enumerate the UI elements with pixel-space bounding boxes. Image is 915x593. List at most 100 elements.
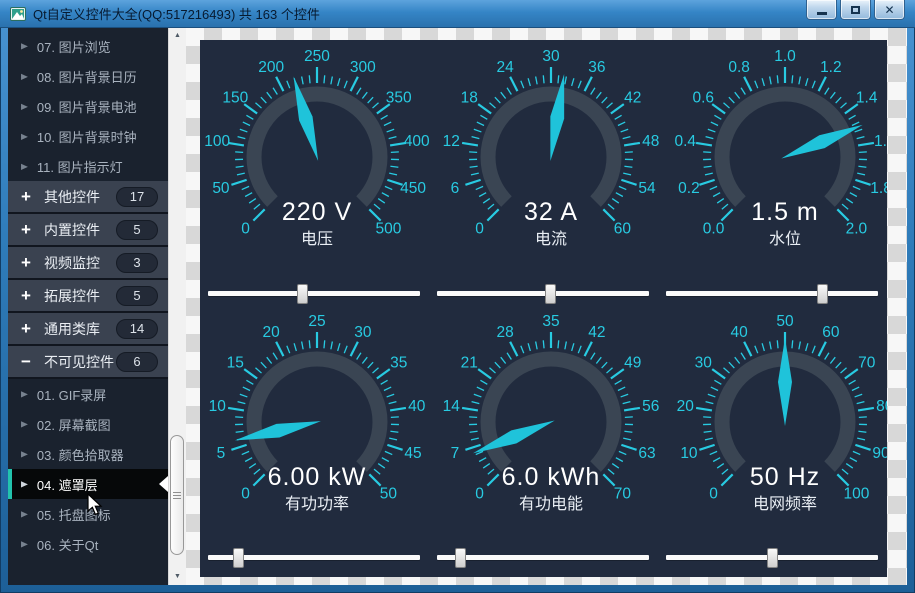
minor-tick [489,368,495,373]
minor-tick [591,88,595,95]
slider-track[interactable] [666,291,878,296]
minor-tick [722,204,728,209]
app-icon [10,6,26,22]
slider-handle[interactable] [233,548,244,568]
gauge-slider-1[interactable] [429,283,658,305]
major-tick [510,77,517,91]
minor-tick [849,116,856,120]
collapse-icon: − [21,352,38,372]
tick-label: 100 [843,485,869,502]
minor-tick [799,77,800,85]
gauge-value: 6.00 kW [268,463,367,491]
minor-tick [841,368,847,373]
expand-icon: + [21,253,38,273]
minor-tick [812,81,815,88]
minor-tick [243,122,250,125]
minor-tick [389,173,397,175]
tick-label: 0 [241,485,250,502]
minor-tick [236,167,244,168]
sidebar-item-5[interactable]: +其他控件17 [8,181,168,214]
minor-tick [850,457,857,461]
gauge-needle [778,338,792,426]
tick-label: 1.4 [856,90,878,107]
minor-tick [729,97,734,103]
slider-handle[interactable] [297,284,308,304]
slider-track[interactable] [437,291,649,296]
major-tick [621,445,636,450]
scrollbar-thumb[interactable] [170,435,184,555]
minor-tick [741,88,745,95]
minor-tick [528,343,530,351]
slider-handle[interactable] [455,548,466,568]
close-button[interactable]: ✕ [874,0,905,20]
minor-tick [246,116,253,120]
gauge-slider-5[interactable] [658,547,887,569]
major-tick [603,210,614,221]
tick-label: 500 [375,221,401,238]
major-tick [369,210,380,221]
major-tick [478,104,491,113]
minor-tick [708,129,716,132]
sidebar-item-0[interactable]: ▶07. 图片浏览 [8,31,168,61]
gauge-slider-3[interactable] [200,547,429,569]
minor-tick [469,152,477,153]
sidebar-item-10[interactable]: −不可见控件6 [8,346,168,379]
gauge-slider-2[interactable] [658,283,887,305]
mouse-cursor [87,493,106,517]
sidebar-scrollbar[interactable]: ▲ ▼ [168,28,186,585]
tick-label: 250 [304,48,330,65]
maximize-button[interactable] [840,0,871,20]
sidebar-item-label: 10. 图片背景时钟 [37,127,137,146]
sidebar-item-12[interactable]: ▶02. 屏幕截图 [8,409,168,439]
gauge-slider-0[interactable] [200,283,429,305]
minor-tick [521,81,524,88]
expand-icon: + [21,319,38,339]
minor-tick [722,469,728,474]
sidebar-item-7[interactable]: +视频监控3 [8,247,168,280]
sidebar-item-11[interactable]: ▶01. GIF录屏 [8,379,168,409]
slider-track[interactable] [437,555,649,560]
slider-handle[interactable] [545,284,556,304]
major-tick [465,445,480,450]
sidebar-item-13[interactable]: ▶03. 颜色拾取器 [8,439,168,469]
minor-tick [621,394,629,397]
minor-tick [470,167,478,168]
major-tick [624,143,640,146]
sidebar-item-3[interactable]: ▶10. 图片背景时钟 [8,121,168,151]
minor-tick [391,152,399,153]
tick-label: 0 [709,485,718,502]
sidebar-item-8[interactable]: +拓展控件5 [8,280,168,313]
major-tick [603,474,614,485]
tick-label: 50 [380,485,398,502]
titlebar[interactable]: Qt自定义控件大全(QQ:517216493) 共 163 个控件 ✕ [0,0,915,28]
expand-icon: + [21,286,38,306]
sidebar-item-9[interactable]: +通用类库14 [8,313,168,346]
minor-tick [608,469,614,474]
minor-tick [812,346,815,353]
tick-label: 400 [404,133,430,150]
expand-arrow-icon: ▶ [21,509,28,519]
minimize-button[interactable] [806,0,837,20]
minor-tick [507,88,511,95]
tick-label: 10 [209,398,227,415]
minor-tick [852,122,859,125]
sidebar-item-1[interactable]: ▶08. 图片背景日历 [8,61,168,91]
major-tick [253,210,264,221]
slider-handle[interactable] [767,548,778,568]
minor-tick [806,343,808,351]
minor-tick [853,451,860,454]
sidebar-item-16[interactable]: ▶06. 关于Qt [8,529,168,559]
minor-tick [344,346,347,353]
scrollbar-down-icon[interactable]: ▼ [169,569,186,585]
sidebar-item-2[interactable]: ▶09. 图片背景电池 [8,91,168,121]
slider-handle[interactable] [817,284,828,304]
sidebar-item-4[interactable]: ▶11. 图片指示灯 [8,151,168,181]
slider-track[interactable] [208,291,420,296]
major-tick [611,369,624,378]
minor-tick [618,122,625,125]
gauge-slider-4[interactable] [429,547,658,569]
sidebar-item-6[interactable]: +内置控件5 [8,214,168,247]
minor-tick [762,343,764,351]
sidebar-item-label: 拓展控件 [44,286,100,306]
scrollbar-up-icon[interactable]: ▲ [169,28,186,44]
